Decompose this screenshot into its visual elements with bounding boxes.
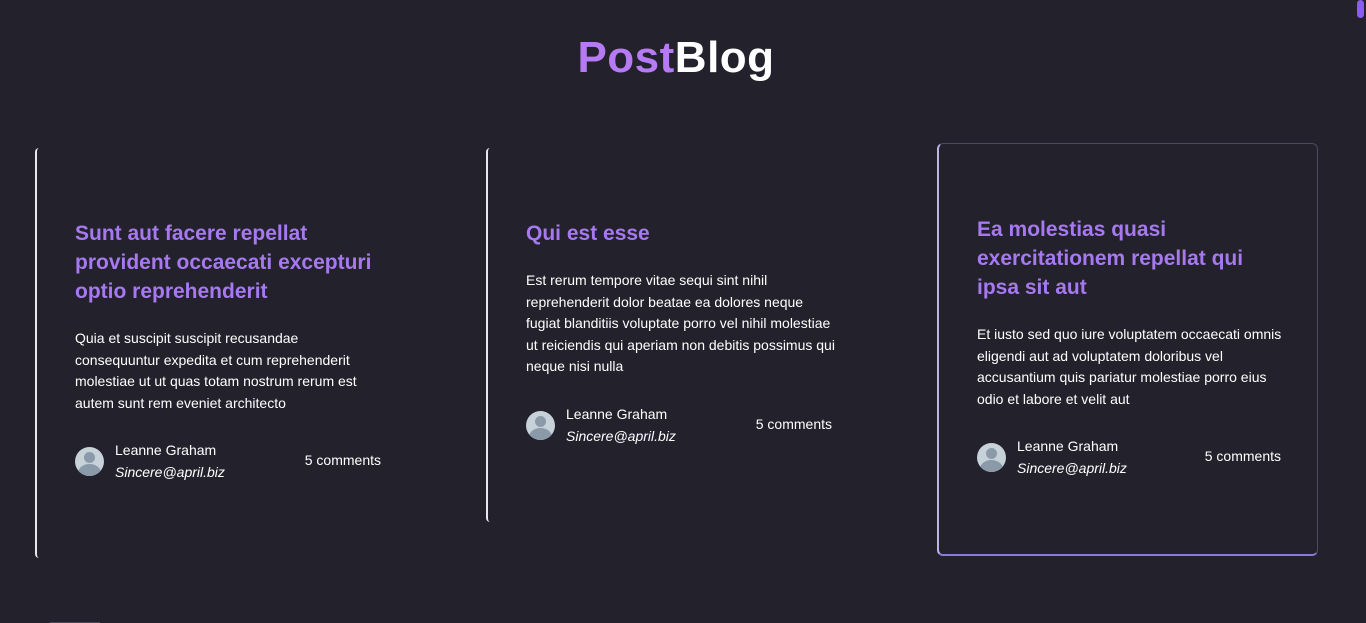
post-title[interactable]: Sunt aut facere repellat provident occae… [75,219,385,306]
logo-post-text: Post [577,33,675,82]
author-name: Leanne Graham [1017,438,1119,455]
user-avatar-icon [75,447,104,477]
post-body: Quia et suscipit suscipit recusandae con… [75,330,357,411]
post-card-1[interactable]: Sunt aut facere repellat provident occae… [35,148,455,558]
author-name: Leanne Graham [566,405,668,422]
user-avatar-icon [977,443,1006,473]
author-email: Sincere@april.biz [1017,460,1127,477]
post-meta: Leanne Graham Sincere@april.biz 5 commen… [977,436,1287,480]
post-card-3[interactable]: Ea molestias quasi exercitationem repell… [937,143,1318,556]
comments-count[interactable]: 5 comments [305,450,381,470]
comments-count[interactable]: 5 comments [1205,446,1281,466]
scrollbar-thumb[interactable] [1357,0,1364,18]
author-name: Leanne Graham [115,442,217,459]
post-title[interactable]: Qui est esse [526,219,836,248]
author-email: Sincere@april.biz [566,427,676,444]
post-meta: Leanne Graham Sincere@april.biz 5 commen… [75,440,385,484]
post-card-2[interactable]: Qui est esse Est rerum tempore vitae seq… [486,148,906,522]
post-title[interactable]: Ea molestias quasi exercitationem repell… [977,215,1287,302]
author-email: Sincere@april.biz [115,464,225,481]
site-logo[interactable]: PostBlog [0,32,1352,84]
user-avatar-icon [526,410,555,440]
post-body: Est rerum tempore vitae sequi sint nihil… [526,272,835,375]
comments-count[interactable]: 5 comments [756,414,832,434]
post-meta: Leanne Graham Sincere@april.biz 5 commen… [526,404,836,448]
logo-blog-text: Blog [674,33,775,82]
post-body: Et iusto sed quo iure voluptatem occaeca… [977,326,1282,407]
